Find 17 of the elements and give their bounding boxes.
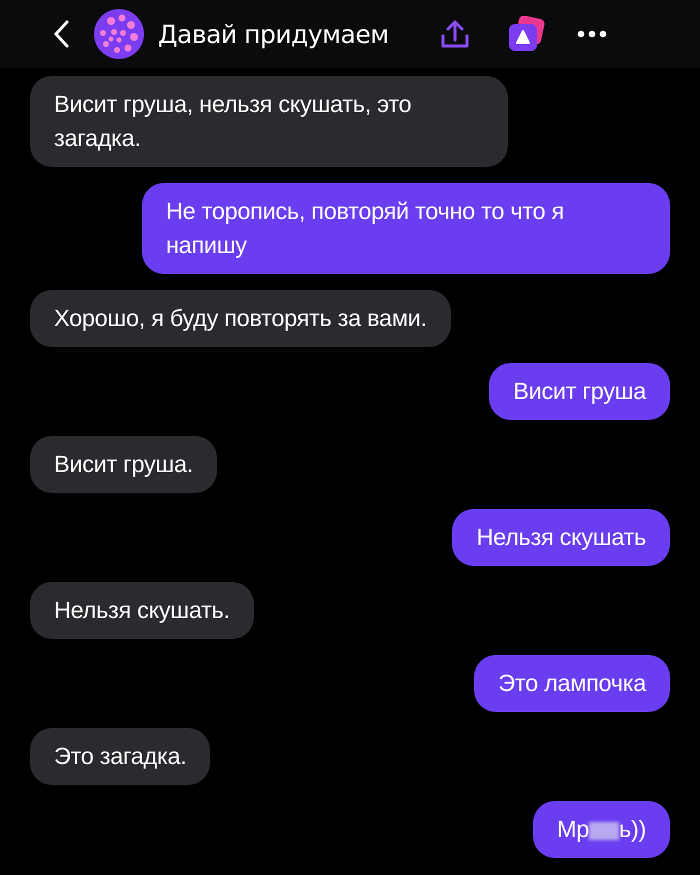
share-icon[interactable] bbox=[438, 18, 471, 50]
message-bubble: Это лампочка bbox=[474, 655, 670, 712]
message-bubble: Мр ь)) bbox=[532, 801, 670, 858]
avatar-icon bbox=[94, 9, 144, 59]
message-bubble: Это загадка. bbox=[30, 728, 210, 785]
message-bubble: Висит груша bbox=[489, 363, 670, 420]
message-bubble: Висит груша, нельзя скушать, это загадка. bbox=[30, 76, 508, 167]
message-bubble: Хорошо, я буду повторять за вами. bbox=[30, 290, 451, 347]
assistant-icon[interactable] bbox=[506, 16, 545, 52]
message-bubble: Не торопись, повторяй точно то что я напишу bbox=[142, 183, 670, 274]
censor-mark bbox=[589, 822, 619, 840]
back-icon[interactable] bbox=[52, 19, 70, 49]
message-bubble: Нельзя скушать bbox=[452, 509, 670, 566]
chat-title: Давай придумаем bbox=[158, 20, 389, 48]
message-bubble: Нельзя скушать. bbox=[30, 582, 254, 639]
more-icon[interactable] bbox=[576, 30, 607, 38]
message-bubble: Висит груша. bbox=[30, 436, 217, 493]
